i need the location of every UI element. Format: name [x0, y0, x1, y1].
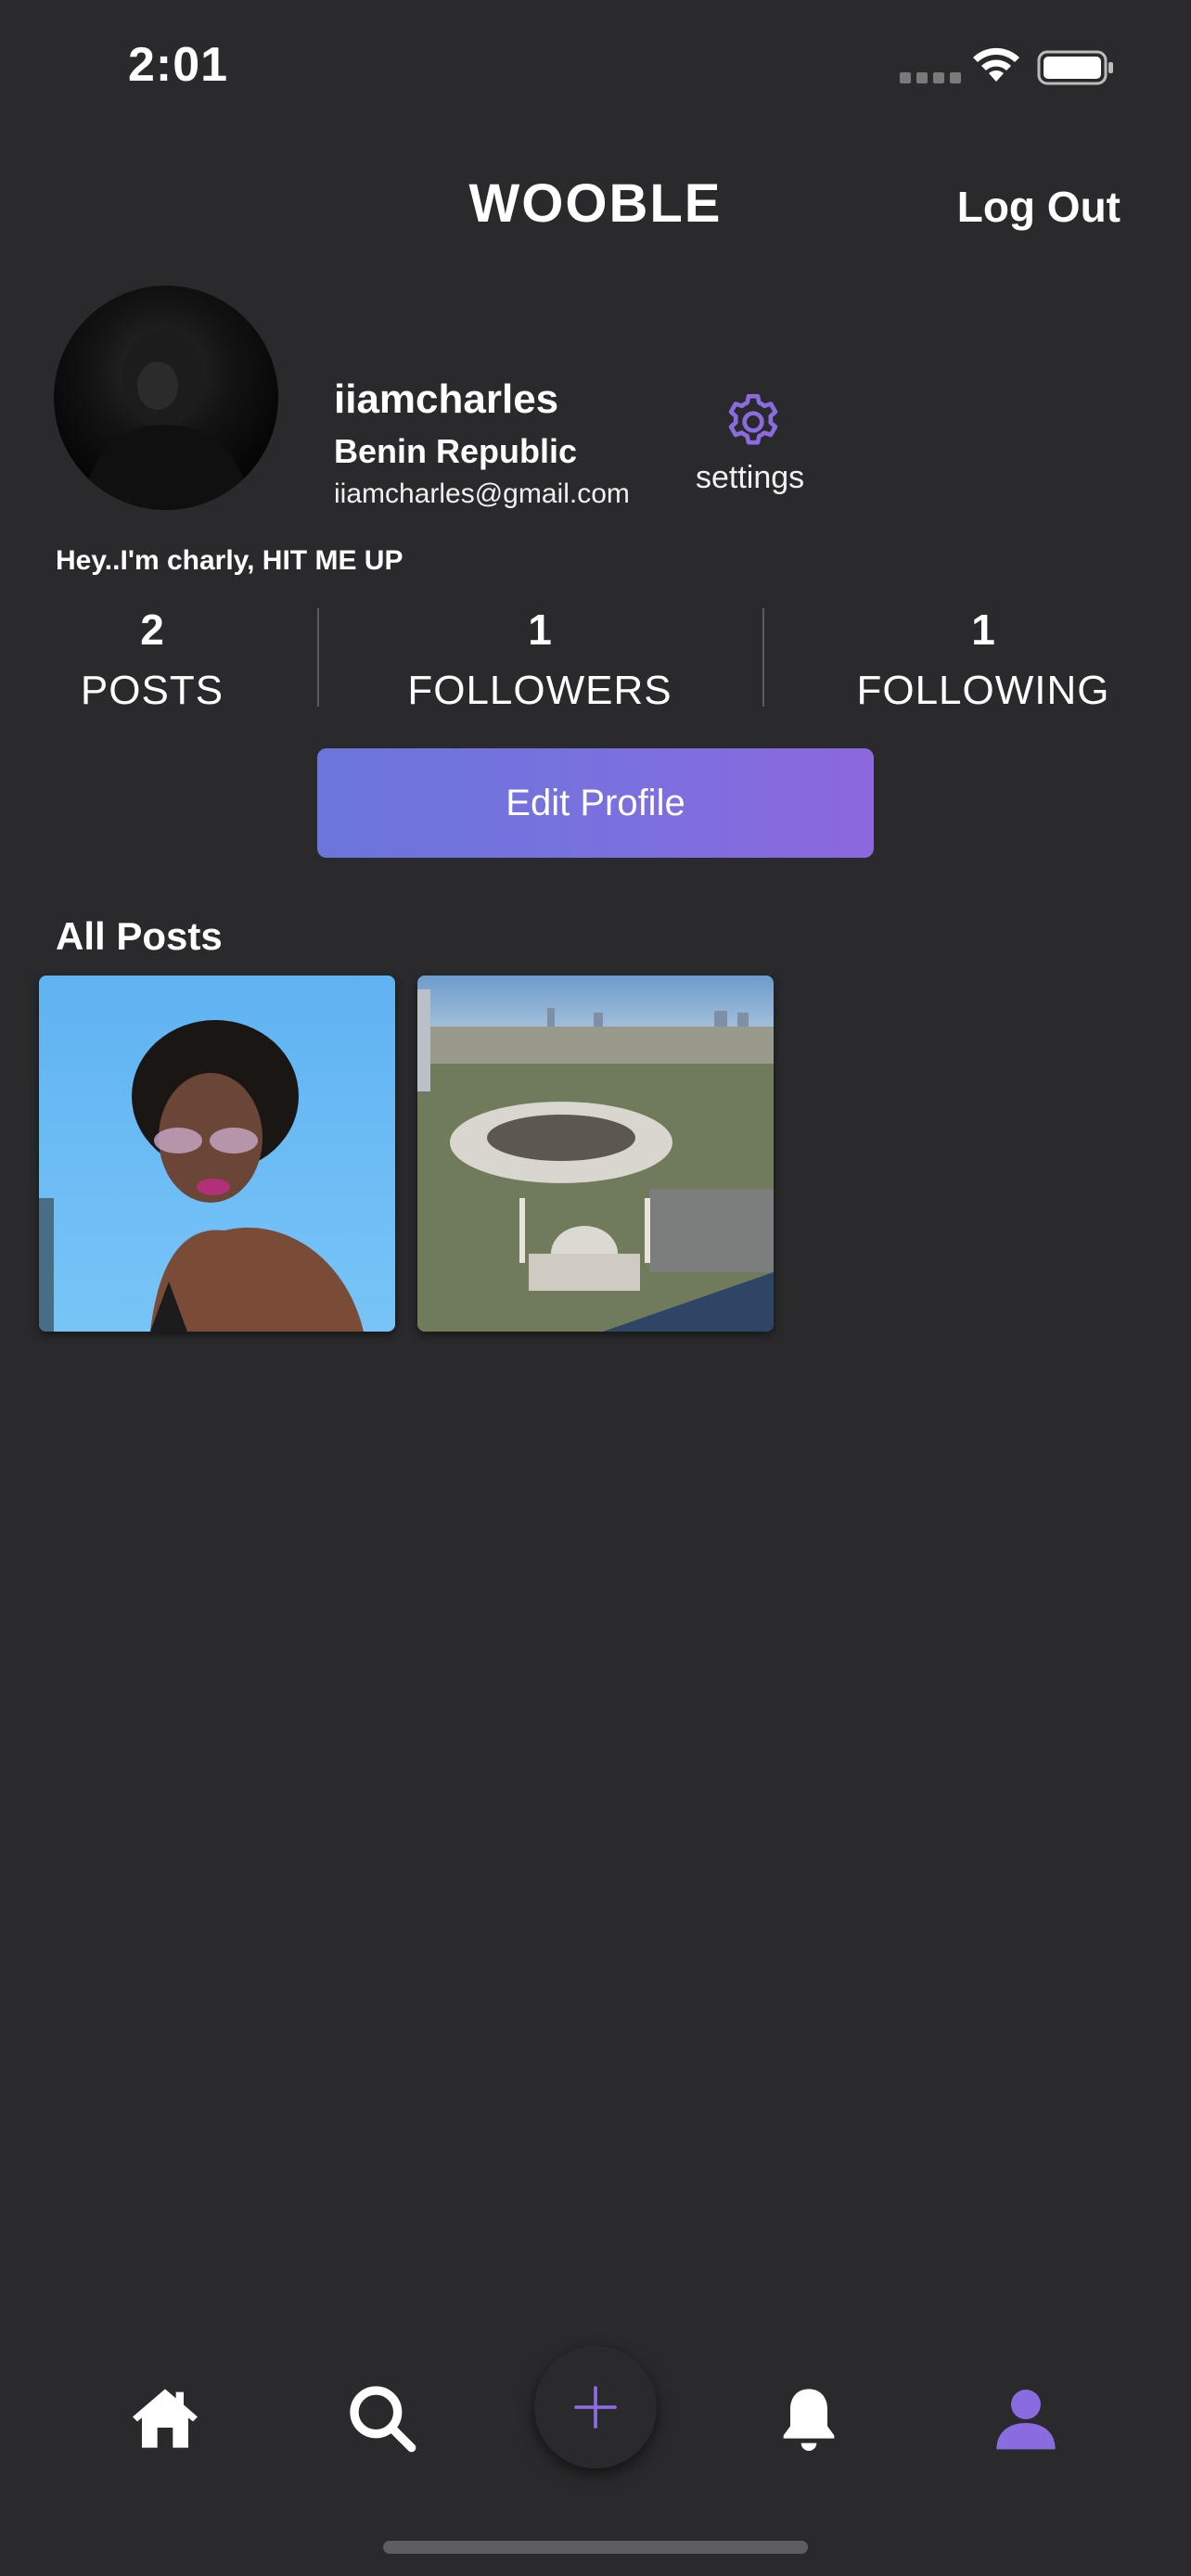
post-thumbnail-city[interactable] [417, 976, 774, 1332]
stat-following-count: 1 [971, 606, 995, 654]
home-indicator [383, 2541, 808, 2554]
avatar[interactable] [54, 286, 278, 510]
bell-icon[interactable] [772, 2381, 846, 2455]
battery-icon [1037, 50, 1113, 85]
edit-profile-button[interactable]: Edit Profile [317, 748, 874, 858]
stat-posts-count: 2 [140, 606, 164, 654]
gear-icon[interactable] [721, 389, 786, 454]
stat-posts-label: POSTS [80, 668, 224, 713]
settings-label[interactable]: settings [696, 460, 804, 496]
stat-posts[interactable]: 2 POSTS [41, 605, 263, 714]
plus-icon [574, 2386, 617, 2429]
add-post-button[interactable] [534, 2346, 657, 2468]
stat-divider [762, 608, 764, 707]
all-posts-heading: All Posts [56, 914, 223, 958]
stat-followers-count: 1 [528, 606, 552, 654]
profile-email: iiamcharles@gmail.com [334, 478, 630, 509]
wifi-icon [973, 47, 1019, 82]
logout-button[interactable]: Log Out [957, 182, 1121, 232]
cellular-signal-icon [900, 72, 961, 83]
post-thumbnail-portrait[interactable] [39, 976, 395, 1332]
stat-following[interactable]: 1 FOLLOWING [835, 605, 1132, 714]
stat-followers[interactable]: 1 FOLLOWERS [382, 605, 698, 714]
status-time: 2:01 [128, 38, 229, 92]
profile-bio: Hey..I'm charly, HIT ME UP [56, 545, 403, 576]
stat-divider [317, 608, 319, 707]
profile-location: Benin Republic [334, 432, 578, 470]
stat-followers-label: FOLLOWERS [407, 668, 672, 713]
profile-username: iiamcharles [334, 376, 559, 422]
home-icon[interactable] [128, 2381, 202, 2455]
search-icon[interactable] [345, 2381, 419, 2455]
profile-icon[interactable] [989, 2381, 1063, 2455]
stat-following-label: FOLLOWING [856, 668, 1110, 713]
